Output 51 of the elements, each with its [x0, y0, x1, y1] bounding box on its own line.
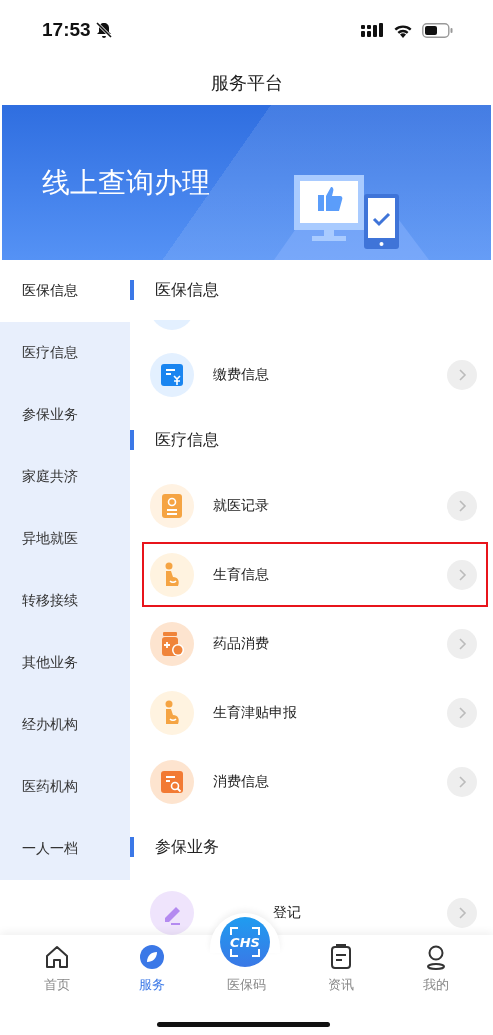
tab[interactable]: 首页	[10, 943, 105, 994]
chevron-right-icon[interactable]	[447, 359, 477, 390]
tab[interactable]: 医保码	[227, 976, 266, 994]
sidebar-item[interactable]: 其他业务	[0, 632, 130, 694]
sidebar-item[interactable]: 医药机构	[0, 756, 130, 818]
banner-title: 线上查询办理	[42, 164, 210, 201]
wifi-icon	[393, 22, 413, 38]
service-label: 消费信息	[213, 772, 270, 791]
chevron-right-icon[interactable]	[447, 697, 477, 728]
record-icon	[150, 483, 194, 528]
page-title: 服务平台	[210, 70, 283, 95]
signal-icon	[361, 23, 385, 37]
service-label: 登记	[272, 903, 302, 922]
edit-icon	[150, 890, 194, 935]
maternity-icon	[150, 690, 194, 735]
chevron-right-icon[interactable]	[447, 897, 477, 928]
scan-button[interactable]: CHS	[220, 917, 270, 967]
payment-icon	[150, 352, 194, 397]
service-row[interactable]: 药品消费	[130, 609, 477, 678]
tab[interactable]: 资讯	[293, 943, 389, 994]
muted-bell-icon	[94, 21, 113, 39]
sidebar-item[interactable]: 经办机构	[0, 694, 130, 756]
sidebar-item[interactable]: 医疗信息	[0, 322, 130, 384]
service-label: 生育津贴申报	[213, 703, 298, 722]
sidebar-item[interactable]: 异地就医	[0, 508, 130, 570]
time: 17:53	[42, 19, 91, 41]
section-title: 医疗信息	[155, 429, 219, 451]
chevron-right-icon[interactable]	[447, 490, 477, 521]
chevron-right-icon[interactable]	[447, 628, 477, 659]
service-row[interactable]: 缴费信息	[130, 340, 477, 409]
sidebar-item[interactable]: 转移接续	[0, 570, 130, 632]
service-label: 药品消费	[213, 634, 270, 653]
sidebar-item[interactable]: 参保业务	[0, 384, 130, 446]
service-label: 就医记录	[213, 496, 270, 515]
service-row[interactable]: 消费信息	[130, 747, 477, 816]
maternity-icon	[150, 552, 194, 597]
sidebar-item[interactable]: 家庭共济	[0, 446, 130, 508]
highlight-box[interactable]: 生育信息	[140, 540, 490, 609]
tab[interactable]: 我的	[388, 943, 483, 994]
service-row[interactable]: 就医记录	[130, 471, 477, 540]
service-label: 生育信息	[213, 565, 270, 584]
medicine-icon	[150, 621, 194, 666]
section-title: 参保业务	[155, 836, 219, 858]
tab[interactable]: 服务	[104, 943, 200, 994]
chevron-right-icon[interactable]	[447, 766, 477, 797]
service-row[interactable]: 生育津贴申报	[130, 678, 477, 747]
chevron-right-icon[interactable]	[447, 559, 477, 590]
section-title: 医保信息	[155, 279, 219, 301]
sidebar-item[interactable]: 一人一档	[0, 818, 130, 880]
battery-icon	[422, 22, 453, 38]
service-label: 缴费信息	[213, 365, 270, 384]
